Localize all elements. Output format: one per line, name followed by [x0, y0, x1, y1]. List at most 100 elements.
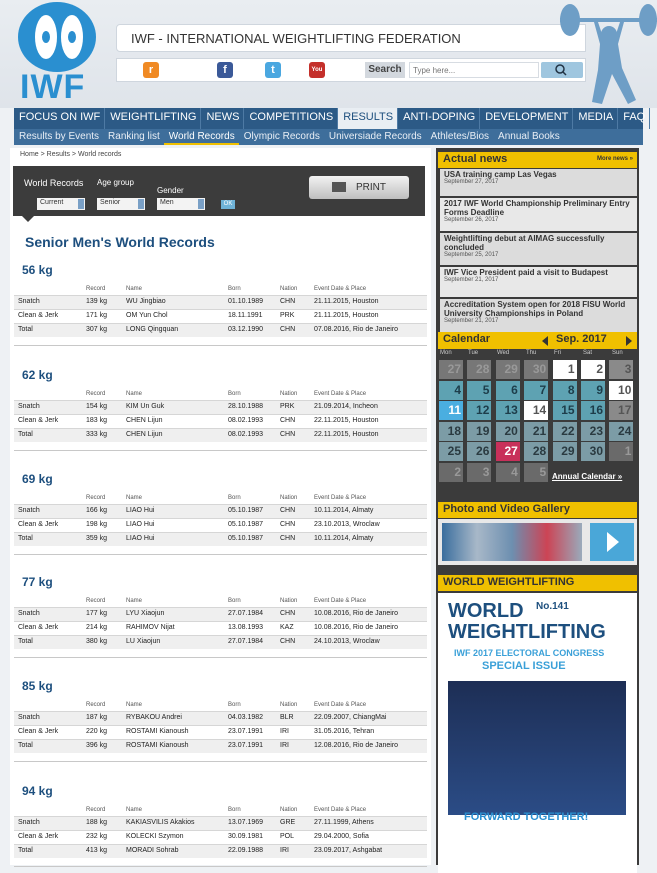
facebook-icon[interactable]: f — [217, 62, 233, 78]
calendar-day[interactable]: 17 — [609, 401, 634, 420]
calendar-day[interactable]: 29 — [552, 442, 577, 461]
calendar-day[interactable]: 10 — [609, 380, 634, 400]
calendar-day[interactable]: 8 — [552, 380, 577, 400]
news-item[interactable]: 2017 IWF World Championship Preliminary … — [440, 198, 637, 231]
twitter-icon[interactable]: t — [265, 62, 281, 78]
nav-development[interactable]: DEVELOPMENT — [480, 108, 574, 129]
calendar-day[interactable]: 5 — [467, 380, 492, 400]
calendar-day[interactable]: 14 — [524, 401, 549, 420]
gallery-thumbnails[interactable] — [442, 523, 582, 561]
nav-focus-on-iwf[interactable]: FOCUS ON IWF — [14, 108, 106, 129]
table-cell: Clean & Jerk — [18, 833, 59, 840]
magazine-special: SPECIAL ISSUE — [482, 660, 566, 672]
calendar-day[interactable]: 9 — [581, 380, 605, 400]
subnav-ranking-list[interactable]: Ranking list — [103, 129, 164, 145]
calendar-day[interactable]: 2 — [439, 462, 463, 482]
ok-button[interactable]: OK — [221, 200, 235, 209]
calendar-day[interactable]: 26 — [467, 442, 492, 461]
subnav-world-records[interactable]: World Records — [163, 129, 239, 145]
calendar-day[interactable]: 24 — [609, 421, 634, 441]
news-item[interactable]: IWF Vice President paid a visit to Budap… — [440, 267, 637, 297]
subnav-annual-books[interactable]: Annual Books — [493, 129, 564, 145]
calendar-day[interactable]: 21 — [524, 421, 549, 441]
subnav-universiade-records[interactable]: Universiade Records — [324, 129, 426, 145]
table-cell: Total — [18, 431, 33, 438]
nav-competitions[interactable]: COMPETITIONS — [244, 108, 339, 129]
rss-icon[interactable]: r — [143, 62, 159, 78]
table-cell: MORADI Sohrab — [126, 847, 179, 854]
calendar-day[interactable]: 13 — [495, 401, 520, 420]
calendar-day[interactable]: 3 — [609, 360, 634, 379]
breadcrumb[interactable]: Home > Results > World records — [20, 151, 121, 158]
calendar-day[interactable]: 27 — [495, 442, 520, 461]
table-cell: 232 kg — [86, 833, 108, 840]
iwf-logo[interactable]: IWF — [18, 2, 96, 106]
next-month-arrow[interactable] — [626, 336, 632, 346]
news-list: USA training camp Las Vegas September 27,… — [440, 169, 637, 341]
calendar-day[interactable]: 28 — [467, 360, 492, 379]
calendar-day[interactable]: 2 — [581, 360, 605, 379]
calendar-day[interactable]: 22 — [552, 421, 577, 441]
print-button[interactable]: PRINT — [309, 176, 409, 199]
news-item[interactable]: Weightlifting debut at AIMAG successfull… — [440, 233, 637, 265]
column-header: Name — [126, 807, 143, 813]
calendar-day[interactable]: 20 — [495, 421, 520, 441]
gallery-next-button[interactable] — [590, 523, 634, 561]
nav-media[interactable]: MEDIA — [573, 108, 619, 129]
calendar-day[interactable]: 3 — [467, 462, 492, 482]
news-item[interactable]: USA training camp Las Vegas September 27,… — [440, 169, 637, 196]
calendar-day[interactable]: 1 — [609, 442, 634, 461]
calendar-day[interactable]: 16 — [581, 401, 605, 420]
magazine-photo — [448, 681, 626, 815]
calendar-day[interactable]: 1 — [552, 360, 577, 379]
magazine-cover[interactable]: WORLD WEIGHTLIFTING No.141 IWF 2017 ELEC… — [438, 593, 637, 873]
calendar-day[interactable]: 15 — [552, 401, 577, 420]
nav-news[interactable]: NEWS — [201, 108, 245, 129]
calendar-day[interactable]: 7 — [524, 380, 549, 400]
column-header: Nation — [280, 807, 298, 813]
subnav-athletes-bios[interactable]: Athletes/Bios — [426, 129, 493, 145]
table-cell: 22.09.1988 — [228, 847, 264, 854]
current-select[interactable]: Current — [37, 198, 85, 210]
search-input[interactable] — [409, 62, 539, 78]
table-header: Record Name Born Nation Event Date & Place — [14, 697, 427, 711]
annual-calendar-link[interactable]: Annual Calendar » — [552, 472, 622, 481]
calendar-day[interactable]: 11 — [439, 401, 463, 420]
subnav-olympic-records[interactable]: Olympic Records — [239, 129, 324, 145]
gallery-header: Photo and Video Gallery — [438, 502, 637, 518]
filter-bar: World Records Age group Gender Current S… — [13, 166, 425, 216]
calendar-day[interactable]: 23 — [581, 421, 605, 441]
calendar-day[interactable]: 4 — [439, 380, 463, 400]
calendar-day[interactable]: 12 — [467, 401, 492, 420]
table-cell: KAKIASVILIS Akakios — [126, 819, 195, 826]
table-cell: 177 kg — [86, 610, 108, 617]
calendar-day[interactable]: 5 — [524, 462, 549, 482]
nav-anti-doping[interactable]: ANTI-DOPING — [398, 108, 481, 129]
nav-faq[interactable]: FAQ — [618, 108, 651, 129]
subnav-results-by-events[interactable]: Results by Events — [14, 129, 103, 145]
more-news-link[interactable]: More news » — [597, 156, 633, 162]
calendar-day[interactable]: 30 — [524, 360, 549, 379]
calendar-day[interactable]: 18 — [439, 421, 463, 441]
nav-weightlifting[interactable]: WEIGHTLIFTING — [105, 108, 202, 129]
calendar-day[interactable]: 25 — [439, 442, 463, 461]
column-header: Event Date & Place — [314, 495, 367, 501]
calendar-day[interactable]: 28 — [524, 442, 549, 461]
table-row: Total 333 kg CHEN Lijun 08.02.1993 CHN 22.11.… — [14, 428, 427, 442]
age-group-select[interactable]: Senior — [97, 198, 145, 210]
calendar-day[interactable]: 19 — [467, 421, 492, 441]
nav-results[interactable]: RESULTS — [338, 108, 399, 129]
prev-month-arrow[interactable] — [542, 336, 548, 346]
calendar-day[interactable]: 6 — [495, 380, 520, 400]
calendar-day[interactable]: 27 — [439, 360, 463, 379]
calendar-day[interactable]: 29 — [495, 360, 520, 379]
weight-class-table: 77 kg Record Name Born Nation Event Date & Pl… — [14, 575, 427, 649]
table-cell: CHN — [280, 638, 296, 645]
calendar-day[interactable]: 4 — [495, 462, 520, 482]
gallery-strip[interactable] — [438, 519, 637, 565]
calendar-day[interactable]: 30 — [581, 442, 605, 461]
table-cell: 413 kg — [86, 847, 108, 854]
youtube-icon[interactable]: You — [309, 62, 325, 78]
table-cell: 01.10.1989 — [228, 298, 264, 305]
gender-select[interactable]: Men — [157, 198, 205, 210]
